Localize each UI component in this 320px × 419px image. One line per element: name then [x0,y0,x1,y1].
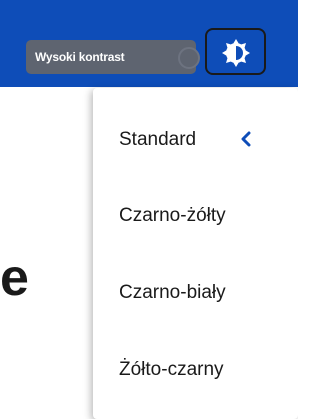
menu-item-label: Standard [119,129,197,150]
menu-item-label: Czarno-biały [119,282,226,303]
page: Wysoki kontrast e Standard Czarno-żółty … [0,0,298,419]
toggle-knob[interactable] [178,47,200,69]
menu-item-label: Czarno-żółty [119,205,226,226]
menu-item-standard[interactable]: Standard [93,110,298,170]
menu-item-czarno-bialy[interactable]: Czarno-biały [93,263,298,323]
contrast-dropdown-menu: Standard Czarno-żółty Czarno-biały Żółto… [93,88,298,419]
contrast-menu-button[interactable] [205,28,266,75]
page-heading-fragment: e [0,249,29,307]
high-contrast-label: Wysoki kontrast [35,50,125,64]
header-bar: Wysoki kontrast [0,0,298,87]
menu-item-label: Żółto-czarny [119,359,224,380]
chevron-left-icon [241,131,251,147]
high-contrast-toggle[interactable]: Wysoki kontrast [26,40,196,74]
menu-item-czarno-zolty[interactable]: Czarno-żółty [93,186,298,246]
menu-item-zolto-czarny[interactable]: Żółto-czarny [93,340,298,400]
contrast-gear-icon [222,39,250,67]
